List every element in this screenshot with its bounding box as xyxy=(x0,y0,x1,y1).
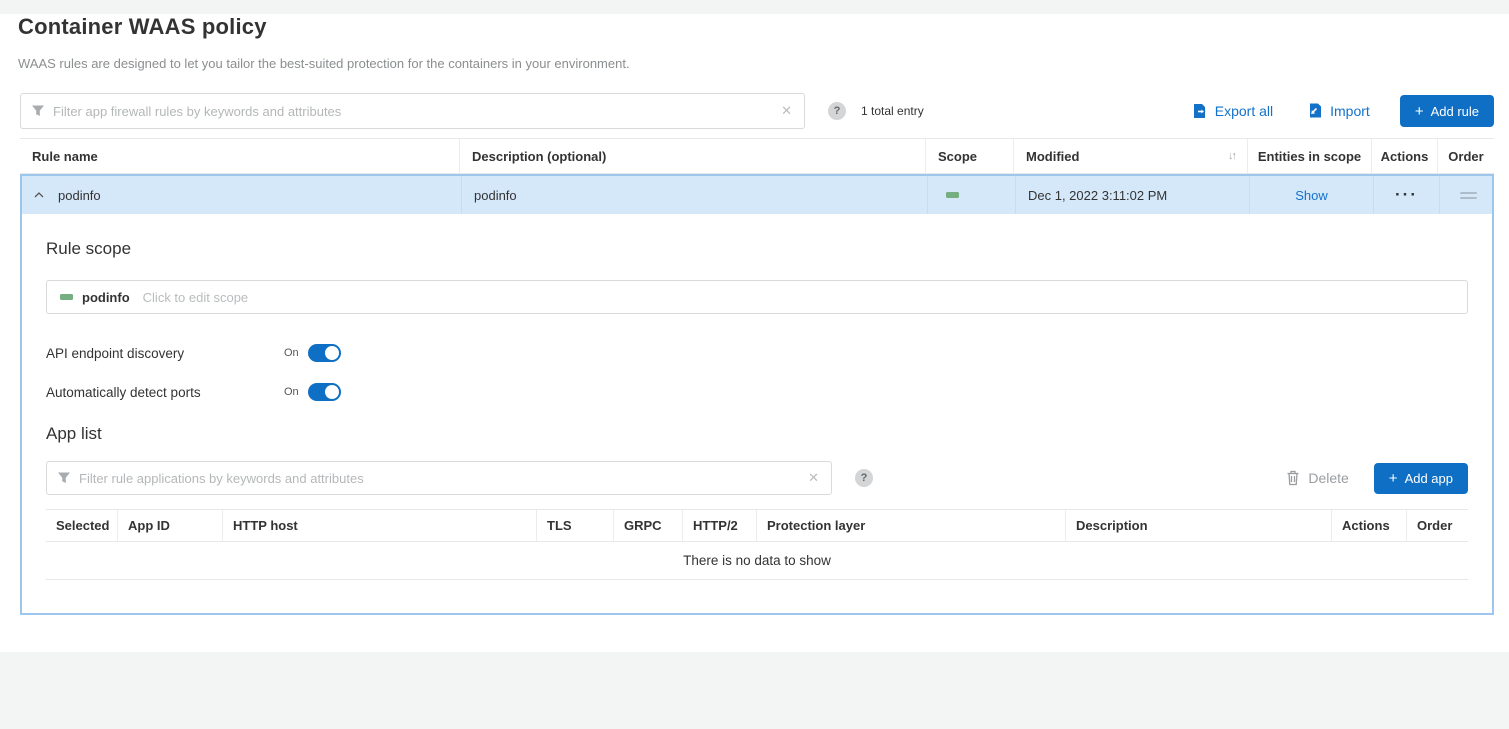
auto-detect-ports-toggle[interactable] xyxy=(308,383,341,401)
apps-filter-input[interactable] xyxy=(79,471,806,486)
container-waas-policy-page: Container WAAS policy WAAS rules are des… xyxy=(0,14,1509,652)
apps-table-header: Selected App ID HTTP host TLS GRPC HTTP/… xyxy=(46,509,1468,542)
rule-row-podinfo[interactable]: podinfo podinfo Dec 1, 2022 3:11:02 PM S… xyxy=(22,176,1492,214)
col-description: Description xyxy=(1066,510,1332,541)
export-icon xyxy=(1192,103,1208,119)
delete-app-button[interactable]: Delete xyxy=(1286,470,1348,486)
page-title: Container WAAS policy xyxy=(18,14,1509,40)
toggle-label: Automatically detect ports xyxy=(46,385,284,400)
col-tls: TLS xyxy=(537,510,614,541)
empty-table-message: There is no data to show xyxy=(46,542,1468,580)
add-rule-label: Add rule xyxy=(1431,104,1479,119)
collection-scope-icon xyxy=(946,192,959,198)
col-description: Description (optional) xyxy=(460,139,926,173)
scope-placeholder: Click to edit scope xyxy=(143,290,249,305)
rule-detail-panel: Rule scope podinfo Click to edit scope A… xyxy=(22,214,1492,613)
rules-filter-input[interactable] xyxy=(53,104,779,119)
col-entities: Entities in scope xyxy=(1248,139,1372,173)
scope-value: podinfo xyxy=(82,290,130,305)
rules-filter-box[interactable]: ✕ xyxy=(20,93,805,129)
funnel-icon xyxy=(31,105,45,117)
funnel-icon xyxy=(57,472,71,484)
rules-table: Rule name Description (optional) Scope M… xyxy=(20,138,1494,615)
col-actions: Actions xyxy=(1372,139,1438,173)
trash-icon xyxy=(1286,470,1300,486)
drag-handle-icon[interactable] xyxy=(1460,192,1477,199)
col-grpc: GRPC xyxy=(614,510,683,541)
rule-name: podinfo xyxy=(58,188,101,203)
help-icon[interactable]: ? xyxy=(855,469,873,487)
api-endpoint-discovery-toggle[interactable] xyxy=(308,344,341,362)
row-actions-menu-icon[interactable]: ··· xyxy=(1395,190,1418,200)
export-all-button[interactable]: Export all xyxy=(1192,103,1273,119)
toggle-label: API endpoint discovery xyxy=(46,346,284,361)
expanded-rule-block: podinfo podinfo Dec 1, 2022 3:11:02 PM S… xyxy=(20,174,1494,615)
rule-scope-title: Rule scope xyxy=(46,214,1468,259)
rule-modified: Dec 1, 2022 3:11:02 PM xyxy=(1016,176,1250,214)
show-entities-link[interactable]: Show xyxy=(1295,188,1328,203)
import-label: Import xyxy=(1330,103,1370,119)
rules-table-header: Rule name Description (optional) Scope M… xyxy=(20,138,1494,174)
col-modified-label: Modified xyxy=(1026,149,1079,164)
app-list-toolbar: ✕ ? Delete + Add app xyxy=(46,461,1468,495)
apps-filter-box[interactable]: ✕ xyxy=(46,461,832,495)
auto-detect-ports-row: Automatically detect ports On xyxy=(46,383,1468,401)
col-rule-name: Rule name xyxy=(20,139,460,173)
clear-filter-icon[interactable]: ✕ xyxy=(806,470,821,486)
help-icon[interactable]: ? xyxy=(828,102,846,120)
col-actions: Actions xyxy=(1332,510,1407,541)
col-order: Order xyxy=(1407,510,1468,541)
col-http2: HTTP/2 xyxy=(683,510,757,541)
plus-icon: + xyxy=(1415,103,1424,120)
apps-table: Selected App ID HTTP host TLS GRPC HTTP/… xyxy=(46,509,1468,580)
col-scope: Scope xyxy=(926,139,1014,173)
rule-description: podinfo xyxy=(462,176,928,214)
sort-icon[interactable]: ↓↑ xyxy=(1228,150,1235,162)
toggle-state-label: On xyxy=(284,386,299,398)
total-entries: 1 total entry xyxy=(861,104,924,118)
add-app-label: Add app xyxy=(1405,471,1453,486)
app-list-title: App list xyxy=(46,424,1468,444)
export-all-label: Export all xyxy=(1215,103,1273,119)
col-http-host: HTTP host xyxy=(223,510,537,541)
add-rule-button[interactable]: + Add rule xyxy=(1400,95,1494,127)
toggle-state-label: On xyxy=(284,347,299,359)
page-subtitle: WAAS rules are designed to let you tailo… xyxy=(18,56,1509,71)
clear-filter-icon[interactable]: ✕ xyxy=(779,103,794,119)
api-endpoint-discovery-row: API endpoint discovery On xyxy=(46,344,1468,362)
col-order: Order xyxy=(1438,139,1494,173)
add-app-button[interactable]: + Add app xyxy=(1374,463,1468,494)
plus-icon: + xyxy=(1389,470,1398,487)
col-protection-layer: Protection layer xyxy=(757,510,1066,541)
scope-edit-field[interactable]: podinfo Click to edit scope xyxy=(46,280,1468,314)
delete-label: Delete xyxy=(1308,470,1348,486)
collection-scope-icon xyxy=(60,294,73,300)
import-icon xyxy=(1307,103,1323,119)
col-app-id: App ID xyxy=(118,510,223,541)
collapse-chevron-icon[interactable] xyxy=(34,192,44,198)
rules-toolbar: ✕ ? 1 total entry Export all Import + Ad… xyxy=(20,93,1494,129)
col-modified: Modified ↓↑ xyxy=(1014,139,1248,173)
import-button[interactable]: Import xyxy=(1307,103,1370,119)
col-selected: Selected xyxy=(46,510,118,541)
